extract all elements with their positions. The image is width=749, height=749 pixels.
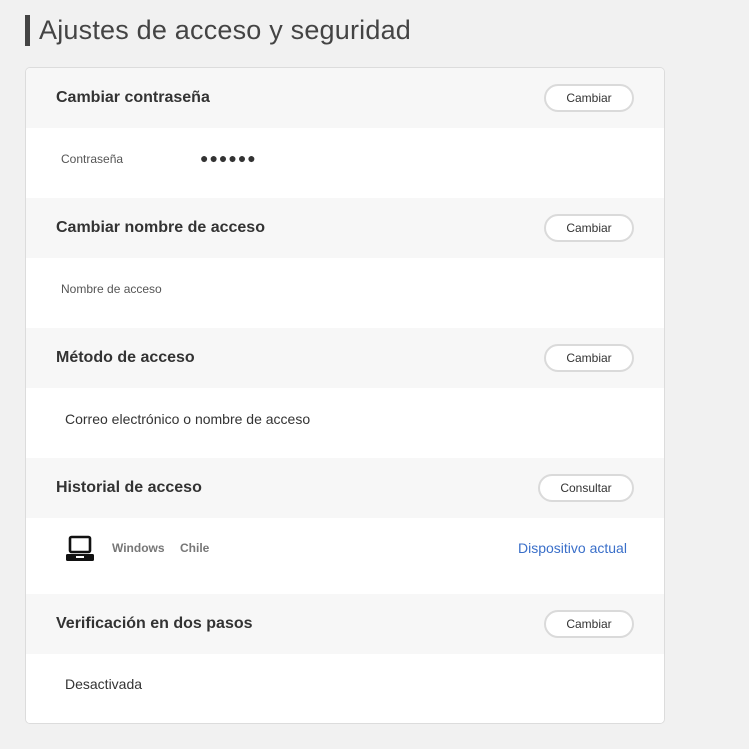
page-title-text: Ajustes de acceso y seguridad: [39, 14, 412, 45]
two-step-section-header: Verificación en dos pasos Cambiar: [26, 594, 664, 654]
two-step-section-title: Verificación en dos pasos: [56, 615, 253, 632]
change-password-button[interactable]: Cambiar: [544, 84, 634, 112]
login-method-section-title: Método de acceso: [56, 349, 195, 366]
login-name-label: Nombre de acceso: [61, 282, 162, 296]
two-step-status: Desactivada: [65, 676, 143, 692]
view-login-history-button[interactable]: Consultar: [538, 474, 634, 502]
change-two-step-button[interactable]: Cambiar: [544, 610, 634, 638]
change-login-method-button[interactable]: Cambiar: [544, 344, 634, 372]
login-name-section-title: Cambiar nombre de acceso: [56, 219, 265, 236]
laptop-icon: [66, 535, 94, 563]
login-name-section-header: Cambiar nombre de acceso Cambiar: [26, 198, 664, 258]
page-title: Ajustes de acceso y seguridad: [25, 14, 411, 46]
login-history-section-title: Historial de acceso: [56, 479, 202, 496]
login-method-section-body: Correo electrónico o nombre de acceso: [26, 388, 664, 458]
password-section-header: Cambiar contraseña Cambiar: [26, 68, 664, 128]
password-section-body: Contraseña ●●●●●●: [26, 128, 664, 198]
two-step-section-body: Desactivada: [26, 654, 664, 723]
device-country: Chile: [180, 541, 210, 555]
page: Ajustes de acceso y seguridad Cambiar co…: [0, 0, 749, 749]
current-device-label: Dispositivo actual: [518, 540, 627, 556]
login-history-section-body: Windows Chile Dispositivo actual: [26, 518, 664, 594]
password-value: ●●●●●●: [200, 150, 257, 166]
login-history-section-header: Historial de acceso Consultar: [26, 458, 664, 518]
password-label: Contraseña: [61, 152, 124, 166]
device-os: Windows: [112, 541, 165, 555]
security-settings-card: Cambiar contraseña Cambiar Contraseña ●●…: [25, 67, 665, 724]
login-method-section-header: Método de acceso Cambiar: [26, 328, 664, 388]
login-method-value: Correo electrónico o nombre de acceso: [65, 411, 311, 427]
password-section-title: Cambiar contraseña: [56, 89, 210, 106]
change-login-name-button[interactable]: Cambiar: [544, 214, 634, 242]
login-name-section-body: Nombre de acceso: [26, 258, 664, 328]
title-accent-bar: [25, 14, 30, 46]
